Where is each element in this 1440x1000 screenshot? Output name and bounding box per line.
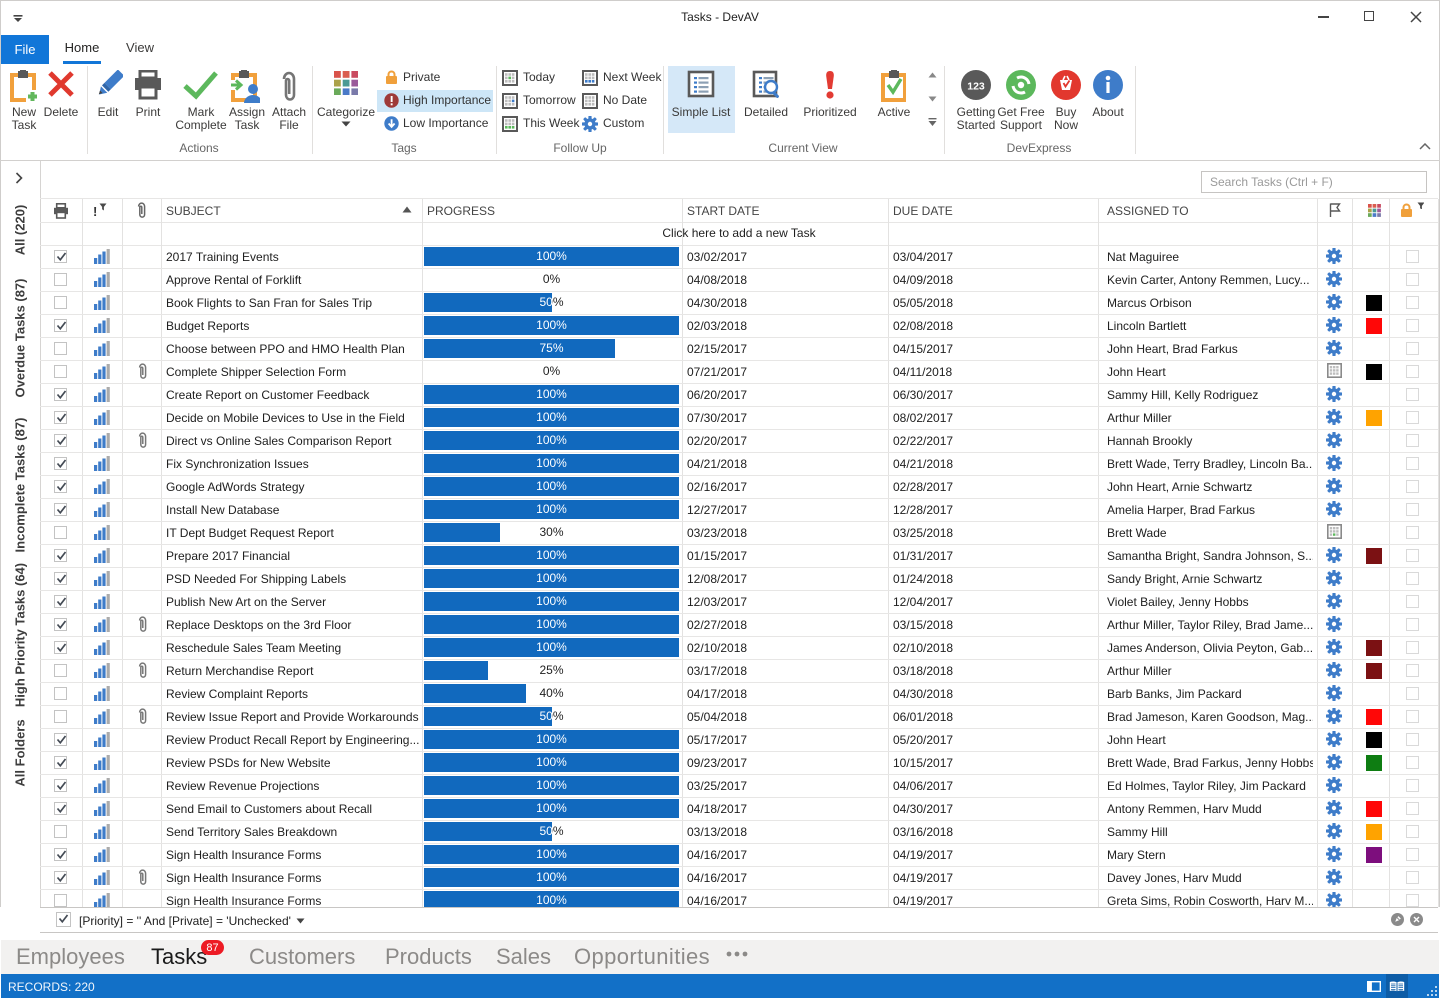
svg-text:123: 123 xyxy=(967,81,985,93)
